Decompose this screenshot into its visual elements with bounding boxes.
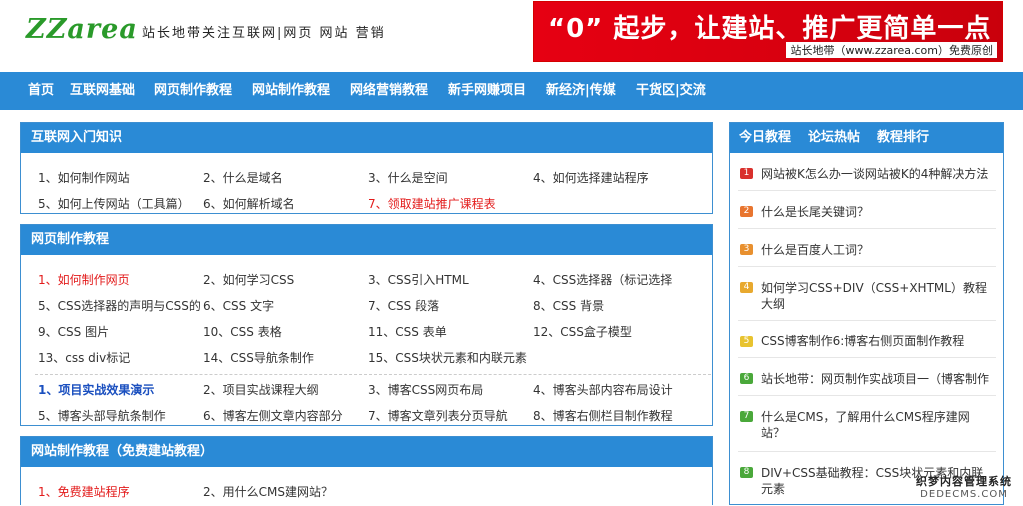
list-item[interactable]: 10、CSS 表格 [203,323,282,340]
list-item[interactable]: 7、博客文章列表分页导航 [368,407,508,424]
list-item-text: 如何学习CSS+DIV（CSS+XHTML）教程大纲 [761,280,993,312]
rank-badge: 7 [740,411,753,422]
list-item[interactable]: 8、博客右侧栏目制作教程 [533,407,673,424]
list-item[interactable]: 5 CSS博客制作6:博客右侧页面制作教程 [738,321,996,358]
rank-badge: 5 [740,336,753,347]
list-item[interactable]: 4、CSS选择器（标记选择 [533,271,672,288]
website-tutorial-section: 网站制作教程（免费建站教程） 1、免费建站程序 2、用什么CMS建网站？ [20,436,713,505]
list-item[interactable]: 6、CSS 文字 [203,297,274,314]
site-header: ZZarea 站长地带关注互联网|网页 网站 营销 “0” 起步，让建站、推广更… [0,0,1023,72]
promo-banner[interactable]: “0” 起步，让建站、推广更简单一点 站长地带（www.zzarea.com）免… [533,1,1003,62]
list-item[interactable]: 1、项目实战效果演示 [38,381,154,398]
sidebar-tabs: 今日教程 论坛热帖 教程排行 [730,123,1003,153]
nav-webpage-tutorial[interactable]: 网页制作教程 [154,72,232,110]
rank-badge: 4 [740,282,753,293]
list-item-text: 网站被K怎么办一谈网站被K的4种解决方法 [761,166,993,182]
nav-earning-projects[interactable]: 新手网赚项目 [448,72,526,110]
list-item[interactable]: 4、博客头部内容布局设计 [533,381,673,398]
tab-forum-hot[interactable]: 论坛热帖 [808,123,860,153]
list-item[interactable]: 1、如何制作网站 [38,169,130,186]
rank-badge: 1 [740,168,753,179]
list-item[interactable]: 2、用什么CMS建网站？ [203,483,333,500]
nav-resources[interactable]: 干货区|交流 [636,72,706,110]
section-title: 网站制作教程（免费建站教程） [21,437,712,467]
site-logo[interactable]: ZZarea [26,14,138,45]
list-item[interactable]: 8、CSS 背景 [533,297,604,314]
list-item-text: 什么是百度人工词？ [761,242,993,258]
webpage-tutorial-section: 网页制作教程 1、如何制作网页 2、如何学习CSS 3、CSS引入HTML 4、… [20,224,713,426]
dedecms-watermark: 织梦内容管理系统 DEDECMS.COM [908,473,1020,503]
rank-badge: 6 [740,373,753,384]
list-item[interactable]: 5、博客头部导航条制作 [38,407,166,424]
watermark-line1: 织梦内容管理系统 [908,473,1020,489]
course-schedule-link[interactable]: 7、领取建站推广课程表 [368,195,496,212]
list-item[interactable]: 15、CSS块状元素和内联元素 [368,349,527,366]
rank-badge: 8 [740,467,753,478]
list-item[interactable]: 4 如何学习CSS+DIV（CSS+XHTML）教程大纲 [738,267,996,321]
divider [35,374,711,375]
main-nav: 首页 互联网基础 网页制作教程 网站制作教程 网络营销教程 新手网赚项目 新经济… [0,72,1023,110]
list-item[interactable]: 3、什么是空间 [368,169,448,186]
list-item[interactable]: 7 什么是CMS，了解用什么CMS程序建网站？ [738,396,996,452]
list-item[interactable]: 11、CSS 表单 [368,323,447,340]
banner-subtitle: 站长地带（www.zzarea.com）免费原创 [786,42,997,58]
list-item[interactable]: 9、CSS 图片 [38,323,109,340]
list-item[interactable]: 1 网站被K怎么办一谈网站被K的4种解决方法 [738,153,996,191]
watermark-line2: DEDECMS.COM [908,489,1020,500]
list-item[interactable]: 1、免费建站程序 [38,483,130,500]
list-item[interactable]: 3、博客CSS网页布局 [368,381,483,398]
list-item[interactable]: 1、如何制作网页 [38,271,130,288]
site-slogan: 站长地带关注互联网|网页 网站 营销 [142,22,386,41]
tab-tutorial-ranking[interactable]: 教程排行 [877,123,929,153]
sidebar-panel: 今日教程 论坛热帖 教程排行 1 网站被K怎么办一谈网站被K的4种解决方法 2 … [729,122,1004,505]
list-item[interactable]: 6、如何解析域名 [203,195,295,212]
list-item[interactable]: 12、CSS盒子模型 [533,323,632,340]
list-item[interactable]: 4、如何选择建站程序 [533,169,649,186]
internet-basics-section: 互联网入门知识 1、如何制作网站 2、什么是域名 3、什么是空间 4、如何选择建… [20,122,713,214]
section-title: 网页制作教程 [21,225,712,255]
list-item[interactable]: 3 什么是百度人工词？ [738,229,996,267]
list-item[interactable]: 6 站长地带：网页制作实战项目一（博客制作 [738,358,996,396]
tab-today-tutorials[interactable]: 今日教程 [739,123,791,153]
nav-website-tutorial[interactable]: 网站制作教程 [252,72,330,110]
list-item[interactable]: 5、如何上传网站（工具篇） [38,195,190,212]
list-item[interactable]: 2、项目实战课程大纲 [203,381,319,398]
list-item-text: 站长地带：网页制作实战项目一（博客制作 [761,371,993,387]
list-item-text: 什么是CMS，了解用什么CMS程序建网站？ [761,409,993,441]
list-item[interactable]: 2 什么是长尾关键词？ [738,191,996,229]
nav-internet-basics[interactable]: 互联网基础 [70,72,135,110]
list-item[interactable]: 5、CSS选择器的声明与CSS的 [38,297,201,314]
nav-new-economy[interactable]: 新经济|传媒 [546,72,616,110]
list-item[interactable]: 7、CSS 段落 [368,297,439,314]
rank-badge: 3 [740,244,753,255]
list-item-text: 什么是长尾关键词？ [761,204,993,220]
banner-headline: “0” 起步，让建站、推广更简单一点 [548,8,991,45]
section-title: 互联网入门知识 [21,123,712,153]
list-item[interactable]: 2、如何学习CSS [203,271,294,288]
list-item[interactable]: 14、CSS导航条制作 [203,349,314,366]
list-item-text: CSS博客制作6:博客右侧页面制作教程 [761,333,993,349]
list-item[interactable]: 3、CSS引入HTML [368,271,469,288]
list-item[interactable]: 13、css div标记 [38,349,130,366]
list-item[interactable]: 2、什么是域名 [203,169,283,186]
nav-home[interactable]: 首页 [28,72,54,110]
list-item[interactable]: 6、博客左侧文章内容部分 [203,407,343,424]
rank-badge: 2 [740,206,753,217]
nav-marketing-tutorial[interactable]: 网络营销教程 [350,72,428,110]
